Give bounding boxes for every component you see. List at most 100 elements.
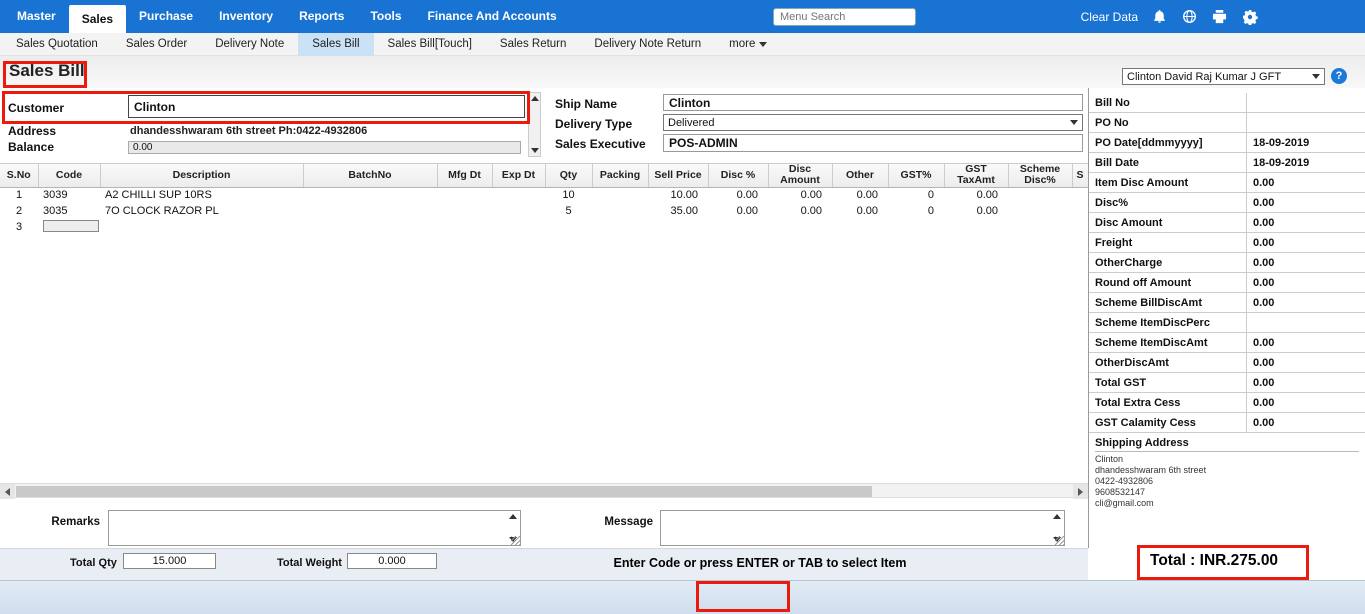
subnav-sales-order[interactable]: Sales Order [112,33,201,56]
item-code-input[interactable] [43,220,99,232]
menu-tools[interactable]: Tools [357,0,414,33]
subnav-sales-bill[interactable]: Sales Bill [298,33,373,56]
resize-grip[interactable] [511,536,520,545]
spin-up-icon[interactable] [509,514,517,519]
total-weight-input[interactable] [347,553,437,569]
table-horizontal-scrollbar[interactable] [0,483,1088,498]
message-field-wrap [660,510,1065,546]
otherdiscamt-value[interactable]: 0.00 [1247,353,1274,372]
cell-gst-pct: 0 [888,203,944,219]
gst-calamity-cess-label: GST Calamity Cess [1089,413,1247,432]
col-header-gst-taxamt: GST TaxAmt [944,164,1008,187]
round-off-value[interactable]: 0.00 [1247,273,1274,292]
customer-account-select[interactable]: Clinton David Raj Kumar J GFT [1122,68,1325,85]
item-disc-amount-value[interactable]: 0.00 [1247,173,1274,192]
col-header-s: S [1072,164,1088,187]
menu-sales[interactable]: Sales [69,5,126,33]
message-textarea[interactable] [660,510,1065,546]
scroll-up-icon[interactable] [531,96,539,101]
col-header-packing: Packing [592,164,648,187]
col-header-description: Description [100,164,303,187]
cell-sno: 3 [0,219,38,235]
address-label: Address [8,124,56,138]
disc-pct-value[interactable]: 0.00 [1247,193,1274,212]
bill-field-row: Scheme ItemDiscPerc [1089,313,1365,333]
gst-calamity-cess-value[interactable]: 0.00 [1247,413,1274,432]
cell-disc-pct: 0.00 [708,203,768,219]
shipping-address-line: cli@gmail.com [1095,498,1359,509]
freight-value[interactable]: 0.00 [1247,233,1274,252]
bill-date-value[interactable]: 18-09-2019 [1247,153,1309,172]
remarks-textarea[interactable] [108,510,521,546]
scheme-itemdiscamt-label: Scheme ItemDiscAmt [1089,333,1247,352]
clear-data-link[interactable]: Clear Data [1081,10,1138,24]
menu-inventory[interactable]: Inventory [206,0,286,33]
shipping-address-line: 0422-4932806 [1095,476,1359,487]
subnav-sales-quotation[interactable]: Sales Quotation [2,33,112,56]
menu-master[interactable]: Master [4,0,69,33]
sales-executive-input[interactable] [663,134,1083,152]
menu-finance-accounts[interactable]: Finance And Accounts [415,0,570,33]
po-date-value[interactable]: 18-09-2019 [1247,133,1309,152]
cell-sno: 1 [0,187,38,203]
bill-field-row: Round off Amount0.00 [1089,273,1365,293]
disc-amount-value[interactable]: 0.00 [1247,213,1274,232]
delivery-type-select[interactable]: Delivered [663,114,1083,131]
cell-sno: 2 [0,203,38,219]
subnav-sales-bill-touch[interactable]: Sales Bill[Touch] [374,33,486,56]
bill-field-row: Total Extra Cess0.00 [1089,393,1365,413]
menu-purchase[interactable]: Purchase [126,0,206,33]
spin-up-icon[interactable] [1053,514,1061,519]
help-button[interactable]: ? [1331,68,1347,84]
dropdown-arrow-icon [1312,74,1320,79]
subnav-more[interactable]: more [715,33,781,56]
message-label: Message [565,516,653,528]
table-row[interactable]: 1 3039 A2 CHILLI SUP 10RS 10 10.00 0.00 … [0,187,1088,203]
notifications-bell-icon[interactable] [1151,8,1168,25]
bill-field-row: Item Disc Amount0.00 [1089,173,1365,193]
customer-form-scrollbar[interactable] [528,92,541,157]
total-qty-input[interactable] [123,553,216,569]
resize-grip[interactable] [1055,536,1064,545]
scroll-left-icon[interactable] [0,484,15,499]
scheme-billdiscamt-value[interactable]: 0.00 [1247,293,1274,312]
scrollbar-thumb[interactable] [16,486,872,497]
otherdiscamt-label: OtherDiscAmt [1089,353,1247,372]
globe-icon[interactable] [1181,8,1198,25]
menu-reports[interactable]: Reports [286,0,357,33]
table-row-new[interactable]: 3 [0,219,1088,235]
scroll-right-icon[interactable] [1073,484,1088,499]
cell-code: 3035 [38,203,100,219]
print-icon[interactable] [1211,8,1228,25]
subnav-sales-return[interactable]: Sales Return [486,33,580,56]
scheme-itemdiscamt-value[interactable]: 0.00 [1247,333,1274,352]
scheme-itemdiscperc-value[interactable] [1247,313,1253,332]
bill-field-row: OtherDiscAmt0.00 [1089,353,1365,373]
balance-label: Balance [8,140,54,154]
po-date-label: PO Date[ddmmyyyy] [1089,133,1247,152]
col-header-mfg-dt: Mfg Dt [437,164,492,187]
other-charge-value[interactable]: 0.00 [1247,253,1274,272]
topbar-right-actions: Clear Data [1081,0,1258,33]
ship-name-input[interactable] [663,94,1083,111]
bill-field-row: Bill No [1089,93,1365,113]
menu-search-input[interactable] [773,8,916,26]
subnav-delivery-note-return[interactable]: Delivery Note Return [580,33,715,56]
disc-amount-label: Disc Amount [1089,213,1247,232]
freight-label: Freight [1089,233,1247,252]
cell-gst-taxamt: 0.00 [944,187,1008,203]
settings-gear-icon[interactable] [1241,8,1258,25]
po-no-value[interactable] [1247,113,1253,132]
ship-name-label: Ship Name [555,97,617,111]
customer-input[interactable] [128,95,525,118]
scheme-itemdiscperc-label: Scheme ItemDiscPerc [1089,313,1247,332]
total-gst-value[interactable]: 0.00 [1247,373,1274,392]
bill-no-value[interactable] [1247,93,1253,112]
balance-input[interactable] [128,141,521,154]
total-extra-cess-value[interactable]: 0.00 [1247,393,1274,412]
table-row[interactable]: 2 3035 7O CLOCK RAZOR PL 5 35.00 0.00 0.… [0,203,1088,219]
scheme-billdiscamt-label: Scheme BillDiscAmt [1089,293,1247,312]
scroll-down-icon[interactable] [531,148,539,153]
subnav-delivery-note[interactable]: Delivery Note [201,33,298,56]
sales-subnav: Sales Quotation Sales Order Delivery Not… [0,33,1365,56]
